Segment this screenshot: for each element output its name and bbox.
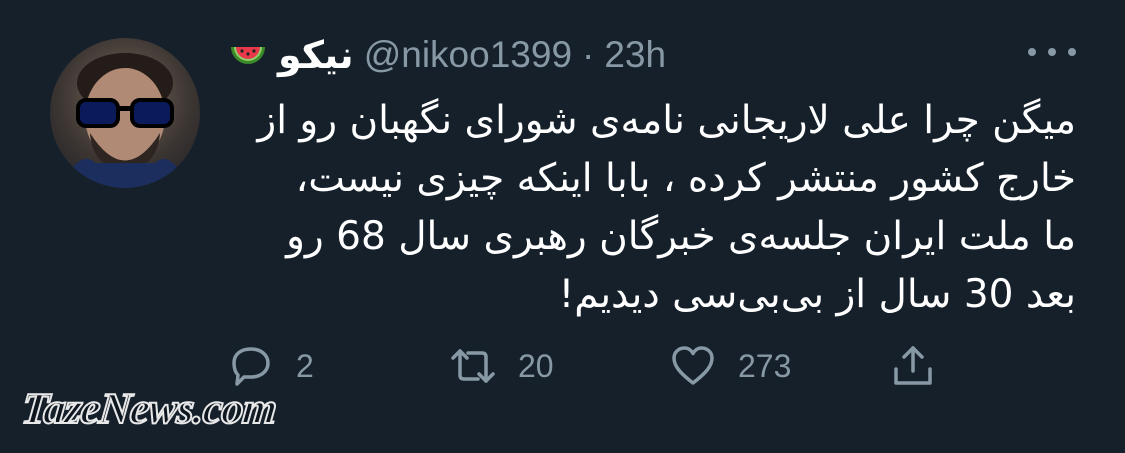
- retweet-icon: [451, 349, 495, 383]
- retweet-button[interactable]: 20: [450, 340, 554, 392]
- tweet: نیکو @nikoo1399 · 23h میگن چرا علی لاریج…: [0, 0, 1125, 453]
- tweet-text: میگن چرا علی لاریجانی نامه‌ی شورای نگهبا…: [228, 92, 1076, 324]
- like-count: 273: [738, 347, 792, 384]
- retweet-count: 20: [518, 347, 554, 384]
- share-icon: [894, 346, 932, 385]
- watermelon-icon: [228, 35, 268, 75]
- avatar[interactable]: [50, 38, 200, 188]
- more-dots-icon[interactable]: [1028, 42, 1076, 62]
- avatar-image: [60, 53, 190, 188]
- timestamp[interactable]: 23h: [604, 34, 666, 76]
- tweet-text-line: میگن چرا علی لاریجانی نامه‌ی شورای نگهبا…: [257, 98, 1076, 143]
- like-button[interactable]: 273: [670, 340, 791, 392]
- watermark: TazeNews.com: [18, 383, 279, 434]
- share-button[interactable]: [890, 340, 936, 392]
- user-handle[interactable]: @nikoo1399: [364, 34, 572, 76]
- reply-count: 2: [296, 347, 314, 384]
- tweet-header: نیکو @nikoo1399 · 23h: [228, 30, 666, 80]
- display-name[interactable]: نیکو: [278, 33, 354, 77]
- tweet-text-line: ما ملت ایران جلسه‌ی خبرگان رهبری سال 68 …: [286, 214, 1076, 259]
- heart-icon: [672, 346, 714, 385]
- tweet-actions: 2 20 273: [228, 340, 988, 392]
- separator-dot: ·: [582, 34, 595, 75]
- tweet-text-line: خارج کشور منتشر کرده ، بابا اینکه چیزی ن…: [295, 156, 1076, 201]
- tweet-text-line: بعد 30 سال از بی‌بی‌سی دیدیم!: [558, 272, 1076, 317]
